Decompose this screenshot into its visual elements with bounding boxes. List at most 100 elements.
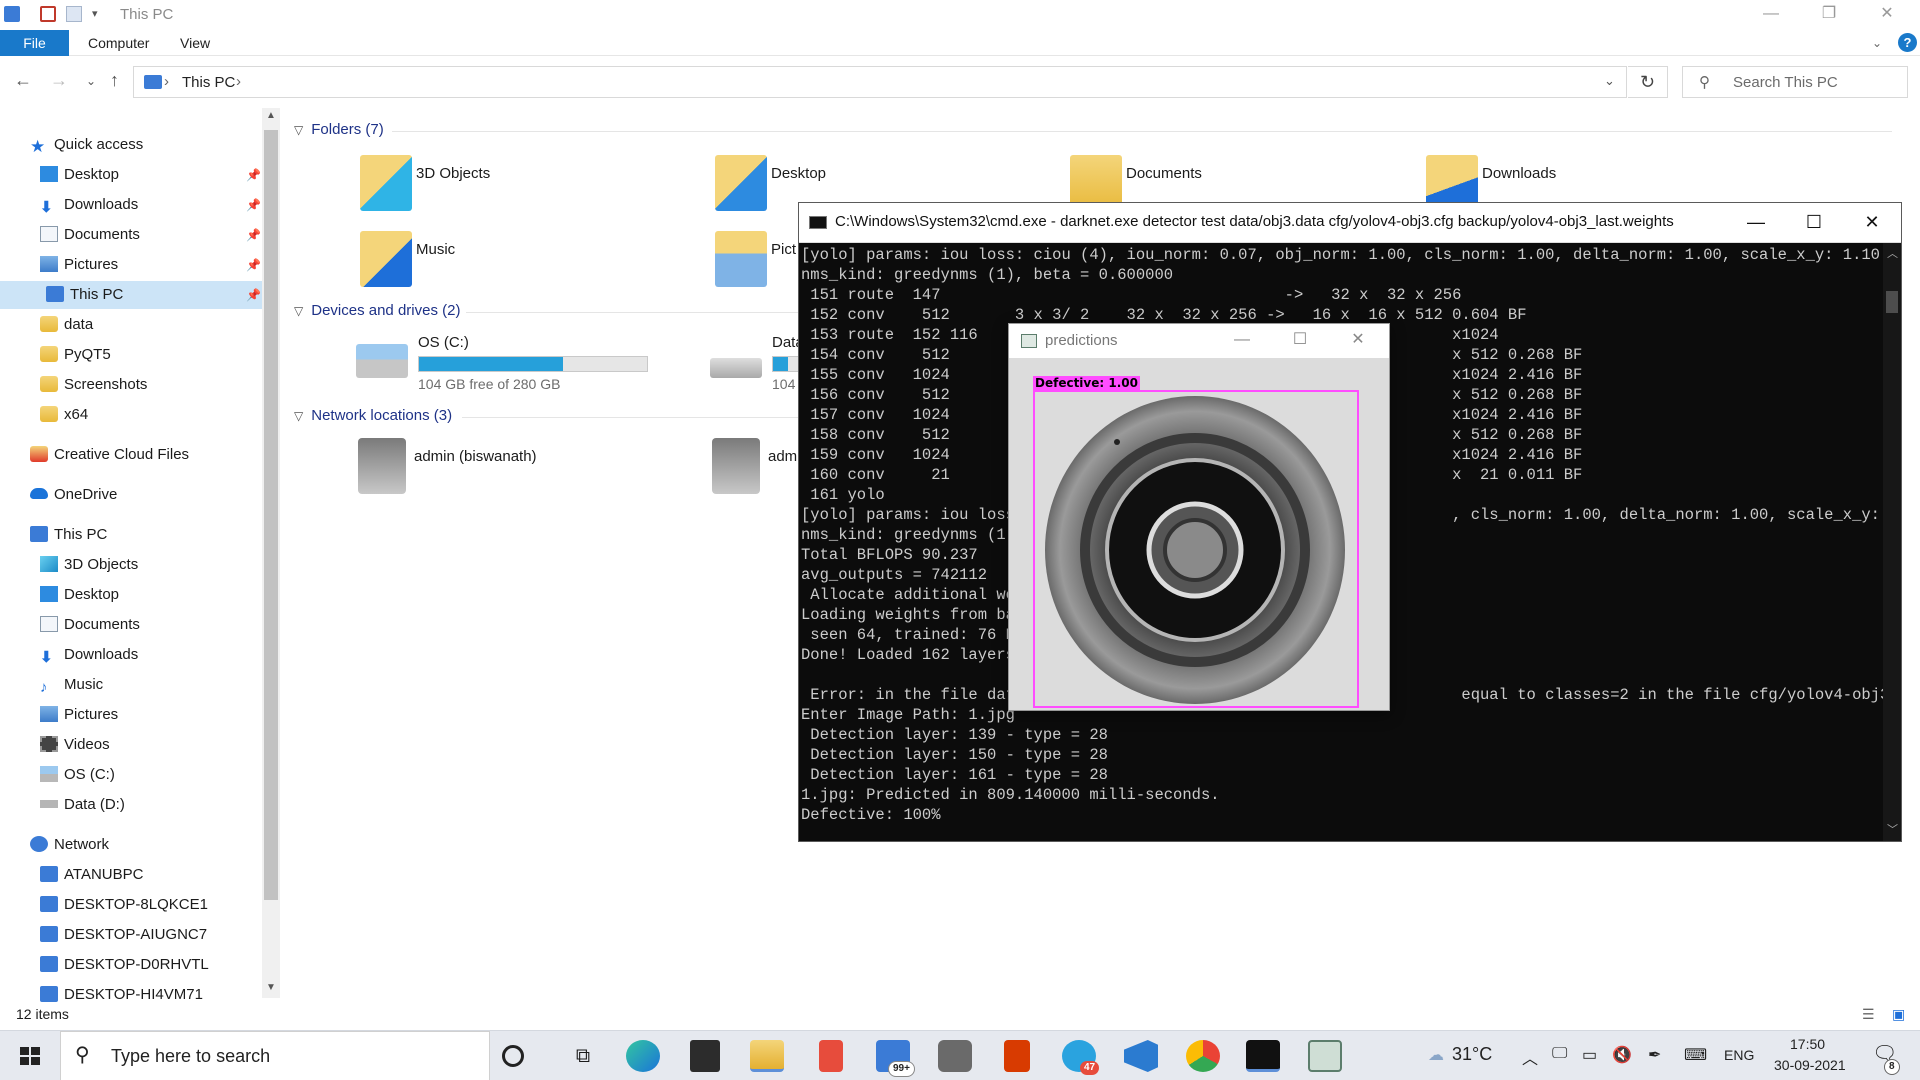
sidebar-item-onedrive[interactable]: OneDrive <box>30 481 117 509</box>
volume-muted-icon[interactable]: 🔇 <box>1612 1045 1632 1065</box>
cmd-maximize-button[interactable]: ☐ <box>1785 203 1843 243</box>
predictions-maximize-button[interactable]: ☐ <box>1271 324 1329 358</box>
sidebar-item-pc-desktop[interactable]: Desktop <box>40 581 119 609</box>
search-box[interactable]: ⚲ Search This PC <box>1682 66 1908 98</box>
properties-icon[interactable] <box>40 6 56 22</box>
network-location-admin[interactable]: admin (biswanath) <box>358 438 688 502</box>
predictions-window[interactable]: predictions — ☐ ✕ Defective: 1.00 <box>1008 323 1390 711</box>
sidebar-item-videos[interactable]: Videos <box>40 731 110 759</box>
network-status-icon[interactable]: 🖵 <box>1552 1045 1567 1063</box>
sidebar-item-desktop[interactable]: Desktop <box>40 161 119 189</box>
predictions-close-button[interactable]: ✕ <box>1329 324 1387 358</box>
sidebar-item-3d-objects[interactable]: 3D Objects <box>40 551 138 579</box>
sidebar-item-downloads[interactable]: ⬇ Downloads <box>40 191 138 219</box>
scrollbar-thumb[interactable] <box>264 130 278 900</box>
sidebar-item-quick-access[interactable]: ★ Quick access <box>30 131 143 159</box>
tab-file[interactable]: File <box>0 30 69 56</box>
weather-icon[interactable]: ☁ <box>1428 1045 1444 1065</box>
edge-icon[interactable] <box>626 1040 660 1072</box>
pin-icon[interactable]: 📌 <box>246 168 261 182</box>
scroll-down-icon[interactable]: ▼ <box>266 982 276 993</box>
scrollbar-thumb[interactable] <box>1886 291 1898 313</box>
clock-date[interactable]: 30-09-2021 <box>1774 1057 1846 1073</box>
scroll-up-icon[interactable]: ▲ <box>266 110 276 121</box>
details-view-icon[interactable]: ☰ <box>1862 1006 1875 1023</box>
sidebar-item-network-pc[interactable]: DESKTOP-D0RHVTL <box>40 951 209 979</box>
camera-icon[interactable] <box>938 1040 972 1072</box>
office-icon[interactable] <box>1004 1040 1030 1072</box>
sidebar-item-network[interactable]: Network <box>30 831 109 859</box>
sidebar-item-pc-pictures[interactable]: Pictures <box>40 701 118 729</box>
pin-icon[interactable]: 📌 <box>246 228 261 242</box>
tab-view[interactable]: View <box>180 30 210 56</box>
keyboard-icon[interactable]: ⌨ <box>1684 1045 1707 1065</box>
chevron-right-icon[interactable]: › <box>236 73 241 90</box>
address-dropdown-icon[interactable]: ⌄ <box>1604 73 1615 89</box>
navigation-pane-scrollbar[interactable]: ▲ ▼ <box>262 108 280 998</box>
predictions-minimize-button[interactable]: — <box>1213 324 1271 358</box>
pin-icon[interactable]: 📌 <box>246 198 261 212</box>
sidebar-item-this-pc[interactable]: This PC <box>30 521 107 549</box>
sidebar-item-pictures[interactable]: Pictures <box>40 251 118 279</box>
predictions-titlebar[interactable]: predictions — ☐ ✕ <box>1009 324 1389 358</box>
show-hidden-icons-icon[interactable]: ︿ <box>1522 1045 1538 1069</box>
new-folder-icon[interactable] <box>66 6 82 22</box>
drive-os-c[interactable]: OS (C:) 104 GB free of 280 GB <box>356 332 686 396</box>
cortana-icon[interactable] <box>502 1045 524 1067</box>
clock-time[interactable]: 17:50 <box>1790 1036 1825 1052</box>
sidebar-item-network-pc[interactable]: ATANUBPC <box>40 861 143 889</box>
taskbar-search-input[interactable]: Type here to search <box>111 1046 270 1067</box>
sidebar-item-screenshots[interactable]: Screenshots <box>40 371 147 399</box>
help-button[interactable]: ? <box>1898 33 1917 52</box>
vscode-icon[interactable] <box>1124 1040 1158 1072</box>
sidebar-item-pc-documents[interactable]: Documents <box>40 611 140 639</box>
task-view-icon[interactable]: ⧉ <box>566 1040 600 1072</box>
recent-locations-button[interactable]: ⌄ <box>86 74 96 88</box>
customize-qat-icon[interactable]: ▾ <box>92 6 108 22</box>
expand-ribbon-icon[interactable]: ⌄ <box>1872 30 1882 56</box>
folder-3d-objects[interactable]: 3D Objects <box>360 155 690 219</box>
sidebar-item-documents[interactable]: Documents <box>40 221 140 249</box>
forward-button[interactable]: → <box>50 70 68 91</box>
start-button[interactable] <box>0 1031 60 1080</box>
folder-pictures[interactable]: Pict <box>715 231 797 295</box>
sidebar-item-creative-cloud[interactable]: Creative Cloud Files <box>30 441 189 469</box>
sidebar-item-os-c[interactable]: OS (C:) <box>40 761 115 789</box>
close-button[interactable]: ✕ <box>1864 0 1910 30</box>
cmd-scrollbar[interactable]: ︿ ﹀ <box>1883 243 1901 841</box>
language-indicator[interactable]: ENG <box>1724 1047 1754 1063</box>
folder-music[interactable]: Music <box>360 231 690 295</box>
predictions-taskbar-icon[interactable] <box>1308 1040 1342 1072</box>
temperature[interactable]: 31°C <box>1452 1044 1492 1065</box>
search-input[interactable]: Search This PC <box>1733 74 1838 91</box>
cmd-taskbar-icon[interactable] <box>1246 1040 1280 1072</box>
sidebar-item-network-pc[interactable]: DESKTOP-8LQKCE1 <box>40 891 208 919</box>
sidebar-item-x64[interactable]: x64 <box>40 401 88 429</box>
up-button[interactable]: ↑ <box>110 70 119 91</box>
drive-data-d[interactable]: Data 104 <box>710 332 804 396</box>
large-icons-view-icon[interactable]: ▣ <box>1892 1006 1905 1023</box>
sidebar-item-pyqt5[interactable]: PyQT5 <box>40 341 111 369</box>
devices-group-header[interactable]: ▽ Devices and drives (2) <box>294 302 460 319</box>
chrome-icon[interactable] <box>1186 1040 1220 1072</box>
store-icon[interactable] <box>690 1040 720 1072</box>
refresh-button[interactable]: ↻ <box>1628 66 1668 98</box>
pin-icon[interactable]: 📌 <box>246 288 261 302</box>
cmd-close-button[interactable]: ✕ <box>1843 203 1901 243</box>
tab-computer[interactable]: Computer <box>88 30 149 56</box>
battery-icon[interactable]: ▭ <box>1582 1045 1597 1065</box>
cmd-titlebar[interactable]: C:\Windows\System32\cmd.exe - darknet.ex… <box>799 203 1901 243</box>
pin-icon[interactable]: 📌 <box>246 258 261 272</box>
network-locations-group-header[interactable]: ▽ Network locations (3) <box>294 407 452 424</box>
folders-group-header[interactable]: ▽ Folders (7) <box>294 121 384 138</box>
sidebar-item-network-pc[interactable]: DESKTOP-AIUGNC7 <box>40 921 207 949</box>
minimize-button[interactable]: — <box>1748 0 1794 30</box>
address-bar[interactable]: › This PC › ⌄ <box>133 66 1627 98</box>
sidebar-item-pc-downloads[interactable]: ⬇ Downloads <box>40 641 138 669</box>
sidebar-item-this-pc-pinned[interactable]: This PC <box>0 281 262 309</box>
scroll-down-icon[interactable]: ﹀ <box>1887 821 1898 837</box>
taskbar-search-box[interactable]: ⚲ Type here to search <box>60 1031 490 1080</box>
sidebar-item-data-d[interactable]: Data (D:) <box>40 791 125 819</box>
file-explorer-icon[interactable] <box>750 1040 784 1072</box>
network-location-admin-2[interactable]: adm <box>712 438 798 502</box>
